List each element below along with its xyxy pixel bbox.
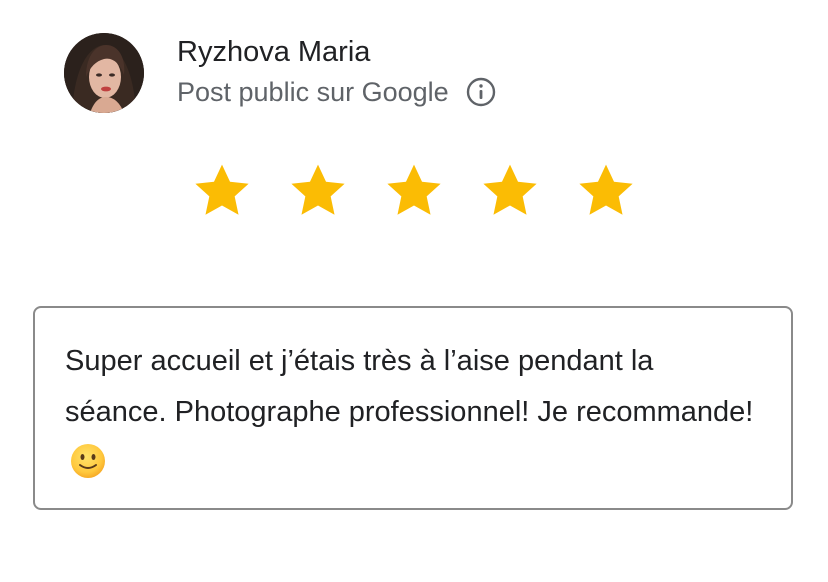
star-icon[interactable] [382,160,446,222]
author-name[interactable]: Ryzhova Maria [177,34,370,70]
review-text-field[interactable]: Super accueil et j’étais très à l’aise p… [33,306,793,510]
star-rating[interactable] [190,160,638,222]
visibility-row: Post public sur Google [177,74,497,110]
star-icon[interactable] [574,160,638,222]
review-card: Ryzhova Maria Post public sur Google Sup… [0,0,828,582]
review-text-container: Super accueil et j’étais très à l’aise p… [65,336,763,489]
review-text: Super accueil et j’étais très à l’aise p… [65,345,754,428]
visibility-note: Post public sur Google [177,77,449,107]
info-icon[interactable] [465,76,497,108]
star-icon[interactable] [286,160,350,222]
slightly-smiling-face-emoji-icon [71,444,105,478]
avatar-photo [64,33,144,113]
star-icon[interactable] [478,160,542,222]
avatar[interactable] [64,33,144,113]
star-icon[interactable] [190,160,254,222]
